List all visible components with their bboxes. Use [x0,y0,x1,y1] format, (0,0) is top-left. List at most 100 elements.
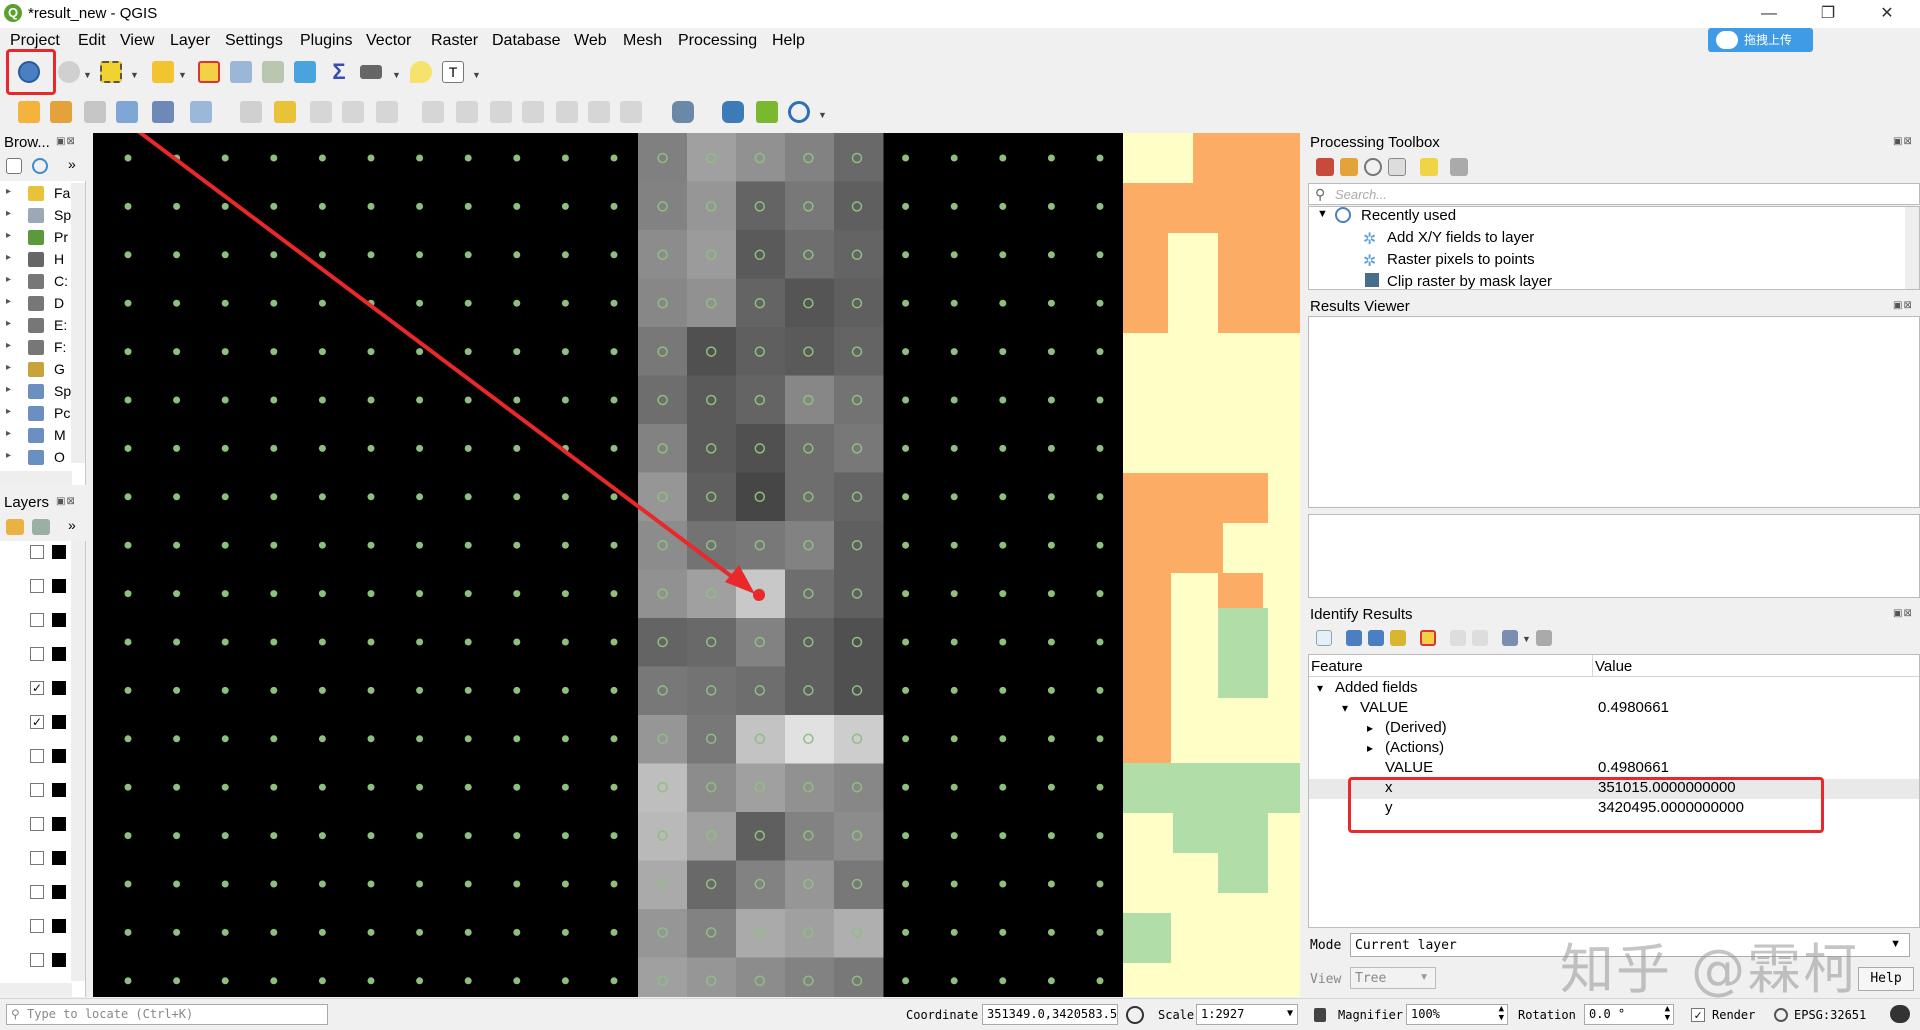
toggle-editing-pencil-icon[interactable] [274,101,296,123]
refresh-browser-icon[interactable] [32,158,48,174]
layer-visibility-checkbox[interactable] [30,783,44,797]
expand-arrow-icon[interactable]: ▸ [6,230,11,241]
menu-web[interactable]: Web [574,32,607,50]
menu-edit[interactable]: Edit [78,32,106,50]
scale-select[interactable]: 1:2927 ▼ [1196,1004,1298,1025]
more-tools-chevron[interactable]: » [68,517,76,533]
map-canvas[interactable] [93,133,1300,997]
statistical-summary-icon[interactable]: Σ [328,61,350,83]
dropdown-arrow-icon[interactable]: ▼ [83,70,92,80]
database-icon[interactable] [672,101,694,123]
expand-arrow-icon[interactable]: ▸ [6,428,11,439]
field-calculator-icon[interactable] [262,61,284,83]
plugin-icon[interactable] [756,101,778,123]
text-annotation-icon[interactable]: T [442,61,464,83]
expand-arrow-icon[interactable]: ▸ [6,252,11,263]
rotation-field[interactable]: 0.0 ° ▲ ▼ [1584,1004,1674,1025]
menu-database[interactable]: Database [492,32,561,50]
lock-icon[interactable] [1314,1008,1326,1022]
speech-bubble-icon[interactable] [1890,1005,1910,1023]
close-window-button[interactable]: ✕ [1864,0,1910,28]
expand-arrow-icon[interactable]: ▸ [6,450,11,461]
panel-float-close-icon[interactable]: ▣⊠ [1893,608,1913,619]
dropdown-arrow-icon[interactable]: ▼ [472,70,481,80]
digitize-pen-icon[interactable] [116,101,138,123]
expand-tree-icon[interactable] [1316,630,1332,646]
layers-scrollbar[interactable] [71,541,85,981]
column-header-value[interactable]: Value [1595,658,1632,675]
toggle-extents-icon[interactable] [1126,1006,1144,1024]
expand-arrow-icon[interactable]: ▸ [6,362,11,373]
edit-features-in-place-icon[interactable] [1420,158,1438,176]
menu-processing[interactable]: Processing [678,32,757,50]
panel-float-close-icon[interactable]: ▣⊠ [56,136,76,147]
expand-arrow-icon[interactable]: ▸ [6,318,11,329]
browser-hscrollbar[interactable] [0,471,72,485]
layer-visibility-checkbox[interactable] [30,885,44,899]
add-virtual-layer-icon[interactable] [152,101,174,123]
processing-scrollbar[interactable] [1905,207,1919,289]
menu-layer[interactable]: Layer [170,32,210,50]
expand-new-icon[interactable] [1390,630,1406,646]
help-button[interactable]: Help [1858,967,1914,991]
layer-visibility-checkbox[interactable] [30,851,44,865]
identify-row[interactable]: ▸ (Derived) [1309,719,1919,739]
locator-search[interactable]: ⚲ Type to locate (Ctrl+K) [6,1004,328,1025]
collapse-arrow-icon[interactable]: ▼ [1317,208,1328,220]
expand-arrow-icon[interactable]: ▸ [6,384,11,395]
magnifier-field[interactable]: 100% ▲ ▼ [1406,1004,1508,1025]
collapse-all-icon[interactable] [1368,630,1384,646]
layer-visibility-checkbox[interactable] [30,749,44,763]
style-manager-icon[interactable] [6,519,24,535]
restore-button[interactable]: ❐ [1805,0,1851,28]
render-checkbox[interactable]: ✓ [1691,1008,1705,1022]
add-vector-icon[interactable] [84,101,106,123]
dropdown-arrow-icon[interactable]: ▼ [1522,634,1531,644]
add-selected-icon[interactable] [6,158,22,174]
layer-visibility-checkbox[interactable] [30,919,44,933]
expand-arrow-icon[interactable]: ▸ [6,208,11,219]
deselect-all-icon[interactable] [198,61,220,83]
refresh-icon[interactable] [788,101,810,123]
panel-float-close-icon[interactable]: ▣⊠ [1893,300,1913,311]
layer-visibility-checkbox[interactable] [30,613,44,627]
menu-help[interactable]: Help [772,32,805,50]
layer-visibility-checkbox[interactable] [30,953,44,967]
new-layer-icon[interactable] [18,101,40,123]
attribute-table-icon[interactable] [230,61,252,83]
add-layer-icon[interactable] [50,101,72,123]
tree-arrow-icon[interactable]: ▸ [1367,741,1373,755]
measure-line-icon[interactable] [360,65,382,79]
dropdown-arrow-icon[interactable]: ▼ [818,110,827,120]
identify-row[interactable]: VALUE 0.4980661 [1309,759,1919,779]
spinner-icon[interactable]: ▲ ▼ [1499,1005,1504,1023]
coordinate-field[interactable]: 351349.0,3420583.5 [982,1004,1118,1025]
add-group-icon[interactable] [32,519,50,535]
menu-raster[interactable]: Raster [431,32,478,50]
python-scripts-icon[interactable] [1340,158,1358,176]
tree-arrow-icon[interactable]: ▾ [1317,681,1323,695]
expand-arrow-icon[interactable]: ▸ [6,340,11,351]
menu-view[interactable]: View [120,32,154,50]
identify-mode-icon[interactable] [1502,630,1518,646]
processing-search-field[interactable]: ⚲ Search... [1308,183,1920,205]
models-icon[interactable] [1316,158,1334,176]
expand-arrow-icon[interactable]: ▸ [6,186,11,197]
menu-settings[interactable]: Settings [225,32,283,50]
identify-row[interactable]: ▸ (Actions) [1309,739,1919,759]
spinner-icon[interactable]: ▲ ▼ [1665,1005,1670,1023]
menu-plugins[interactable]: Plugins [300,32,352,50]
expand-arrow-icon[interactable]: ▸ [6,296,11,307]
options-wrench-icon[interactable] [1450,158,1468,176]
menu-project[interactable]: Project [10,32,60,50]
recently-used-group[interactable]: Recently used [1361,207,1456,224]
dropdown-arrow-icon[interactable]: ▼ [178,70,187,80]
menu-vector[interactable]: Vector [366,32,411,50]
drag-upload-button[interactable]: 拖拽上传 [1708,28,1813,52]
layers-hscrollbar[interactable] [0,983,72,997]
layer-visibility-checkbox[interactable]: ✓ [30,715,44,729]
layer-visibility-checkbox[interactable] [30,817,44,831]
expand-all-icon[interactable] [1346,630,1362,646]
column-header-feature[interactable]: Feature [1311,658,1363,675]
crs-button[interactable]: EPSG:32651 [1794,1008,1866,1022]
